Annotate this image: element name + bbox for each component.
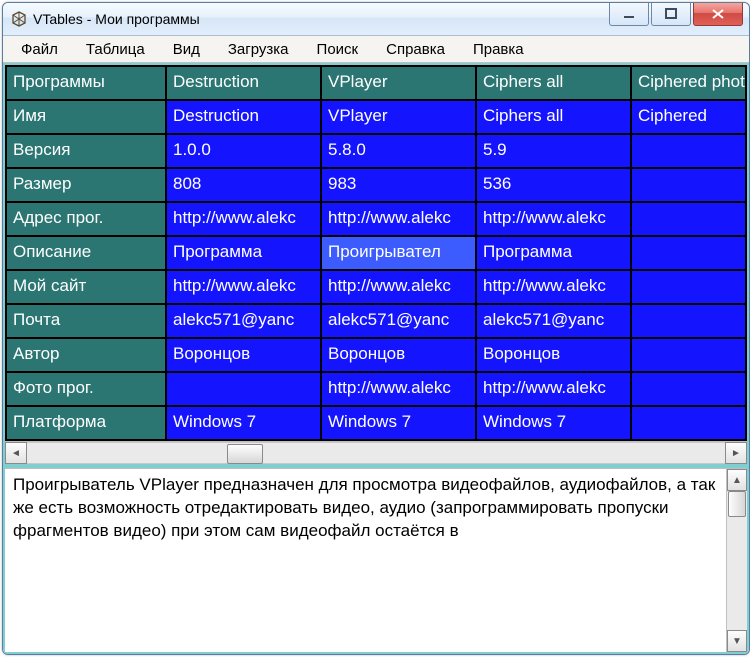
data-cell[interactable] bbox=[631, 168, 746, 202]
data-cell[interactable]: http://www.alekc bbox=[321, 372, 476, 406]
corner-cell[interactable]: Программы bbox=[6, 66, 166, 100]
row-header[interactable]: Адрес прог. bbox=[6, 202, 166, 236]
data-grid[interactable]: Программы Destruction VPlayer Ciphers al… bbox=[5, 65, 747, 441]
data-cell[interactable]: http://www.alekc bbox=[166, 202, 321, 236]
data-cell-selected[interactable]: Проигрывател bbox=[321, 236, 476, 270]
data-cell[interactable]: 1.0.0 bbox=[166, 134, 321, 168]
data-cell[interactable]: Destruction bbox=[166, 100, 321, 134]
table-row: Почта alekc571@yanc alekc571@yanc alekc5… bbox=[6, 304, 746, 338]
app-icon bbox=[11, 11, 27, 27]
data-cell[interactable]: 983 bbox=[321, 168, 476, 202]
scroll-track[interactable] bbox=[727, 491, 747, 630]
data-cell[interactable] bbox=[631, 202, 746, 236]
data-cell[interactable]: VPlayer bbox=[321, 100, 476, 134]
scroll-thumb[interactable] bbox=[227, 444, 263, 464]
data-cell[interactable]: Ciphers all bbox=[476, 100, 631, 134]
window-title: VTables - Мои программы bbox=[33, 11, 200, 27]
client-area: Программы Destruction VPlayer Ciphers al… bbox=[3, 63, 749, 654]
table-row: Платформа Windows 7 Windows 7 Windows 7 bbox=[6, 406, 746, 440]
data-cell[interactable]: Воронцов bbox=[166, 338, 321, 372]
data-cell[interactable]: Windows 7 bbox=[321, 406, 476, 440]
table-row: Размер 808 983 536 bbox=[6, 168, 746, 202]
data-cell[interactable]: http://www.alekc bbox=[476, 202, 631, 236]
data-cell[interactable]: http://www.alekc bbox=[476, 372, 631, 406]
data-cell[interactable]: 5.9 bbox=[476, 134, 631, 168]
row-header[interactable]: Почта bbox=[6, 304, 166, 338]
scroll-track[interactable] bbox=[27, 442, 725, 464]
table-row: Описание Программа Проигрывател Программ… bbox=[6, 236, 746, 270]
scroll-left-button[interactable]: ◄ bbox=[5, 442, 27, 464]
description-panel: Проигрыватель VPlayer предназначен для п… bbox=[5, 468, 747, 652]
app-window: VTables - Мои программы Файл Таблица Вид… bbox=[2, 2, 750, 655]
data-cell[interactable]: Программа bbox=[476, 236, 631, 270]
table-row: Версия 1.0.0 5.8.0 5.9 bbox=[6, 134, 746, 168]
menu-edit[interactable]: Правка bbox=[459, 39, 538, 60]
menu-table[interactable]: Таблица bbox=[72, 39, 159, 60]
horizontal-scrollbar[interactable]: ◄ ► bbox=[5, 441, 747, 464]
data-cell[interactable]: Воронцов bbox=[476, 338, 631, 372]
data-cell[interactable]: http://www.alekc bbox=[476, 270, 631, 304]
scroll-right-button[interactable]: ► bbox=[725, 442, 747, 464]
maximize-button[interactable] bbox=[651, 3, 691, 26]
row-header[interactable]: Фото прог. bbox=[6, 372, 166, 406]
row-header[interactable]: Мой сайт bbox=[6, 270, 166, 304]
data-cell[interactable]: 536 bbox=[476, 168, 631, 202]
menu-bar: Файл Таблица Вид Загрузка Поиск Справка … bbox=[3, 36, 749, 63]
close-button[interactable] bbox=[693, 3, 743, 26]
row-header[interactable]: Автор bbox=[6, 338, 166, 372]
col-header[interactable]: Ciphered photos bbox=[631, 66, 746, 100]
data-cell[interactable]: Ciphered bbox=[631, 100, 746, 134]
data-cell[interactable]: alekc571@yanc bbox=[476, 304, 631, 338]
data-cell[interactable]: http://www.alekc bbox=[321, 202, 476, 236]
data-cell[interactable]: http://www.alekc bbox=[321, 270, 476, 304]
data-cell[interactable]: Windows 7 bbox=[166, 406, 321, 440]
data-cell[interactable] bbox=[631, 134, 746, 168]
data-cell[interactable] bbox=[631, 406, 746, 440]
data-cell[interactable] bbox=[631, 270, 746, 304]
data-cell[interactable] bbox=[631, 236, 746, 270]
data-cell[interactable] bbox=[166, 372, 321, 406]
table-row: Автор Воронцов Воронцов Воронцов bbox=[6, 338, 746, 372]
data-cell[interactable]: Программа bbox=[166, 236, 321, 270]
data-cell[interactable] bbox=[631, 304, 746, 338]
data-cell[interactable]: 808 bbox=[166, 168, 321, 202]
data-cell[interactable]: 5.8.0 bbox=[321, 134, 476, 168]
row-header[interactable]: Размер bbox=[6, 168, 166, 202]
col-header[interactable]: Ciphers all bbox=[476, 66, 631, 100]
table-row: Мой сайт http://www.alekc http://www.ale… bbox=[6, 270, 746, 304]
title-bar: VTables - Мои программы bbox=[3, 3, 749, 36]
menu-file[interactable]: Файл bbox=[7, 39, 72, 60]
data-cell[interactable]: Воронцов bbox=[321, 338, 476, 372]
minimize-button[interactable] bbox=[609, 3, 649, 26]
data-cell[interactable]: Windows 7 bbox=[476, 406, 631, 440]
row-header[interactable]: Версия bbox=[6, 134, 166, 168]
menu-search[interactable]: Поиск bbox=[303, 39, 373, 60]
data-cell[interactable] bbox=[631, 338, 746, 372]
menu-load[interactable]: Загрузка bbox=[214, 39, 303, 60]
scroll-down-button[interactable]: ▼ bbox=[727, 630, 747, 652]
scroll-up-button[interactable]: ▲ bbox=[727, 469, 747, 491]
data-cell[interactable] bbox=[631, 372, 746, 406]
col-header[interactable]: Destruction bbox=[166, 66, 321, 100]
row-header[interactable]: Имя bbox=[6, 100, 166, 134]
data-cell[interactable]: alekc571@yanc bbox=[166, 304, 321, 338]
window-buttons bbox=[607, 3, 749, 35]
data-cell[interactable]: alekc571@yanc bbox=[321, 304, 476, 338]
header-row: Программы Destruction VPlayer Ciphers al… bbox=[6, 66, 746, 100]
menu-help[interactable]: Справка bbox=[372, 39, 459, 60]
vertical-scrollbar[interactable]: ▲ ▼ bbox=[726, 469, 747, 652]
description-text[interactable]: Проигрыватель VPlayer предназначен для п… bbox=[5, 469, 726, 652]
data-cell[interactable]: http://www.alekc bbox=[166, 270, 321, 304]
table-row: Адрес прог. http://www.alekc http://www.… bbox=[6, 202, 746, 236]
table-row: Имя Destruction VPlayer Ciphers all Ciph… bbox=[6, 100, 746, 134]
row-header[interactable]: Платформа bbox=[6, 406, 166, 440]
row-header[interactable]: Описание bbox=[6, 236, 166, 270]
menu-view[interactable]: Вид bbox=[159, 39, 214, 60]
scroll-thumb[interactable] bbox=[728, 491, 746, 517]
col-header[interactable]: VPlayer bbox=[321, 66, 476, 100]
table-row: Фото прог. http://www.alekc http://www.a… bbox=[6, 372, 746, 406]
